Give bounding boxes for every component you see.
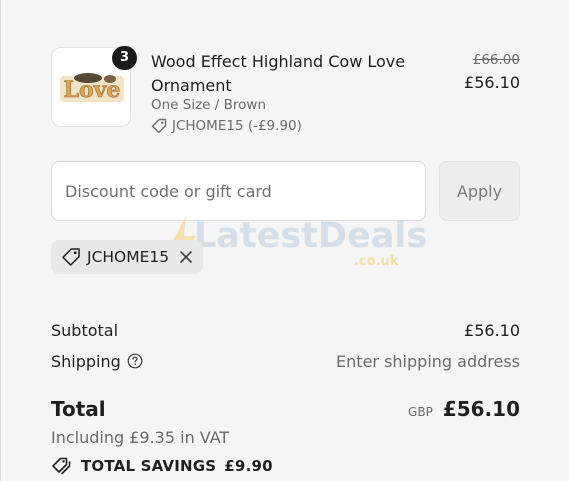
shipping-value: Enter shipping address [336,351,520,371]
savings-label: TOTAL SAVINGS [81,457,217,475]
applied-code-label: JCHOME15 [87,248,170,266]
total-savings: TOTAL SAVINGS £9.90 [51,456,273,476]
shipping-label: Shipping [51,351,121,371]
applied-code-chip: JCHOME15 [51,240,204,274]
tags-icon [52,457,71,475]
subtotal-label: Subtotal [51,320,119,340]
tag-icon [62,248,80,266]
apply-button[interactable]: Apply [439,161,520,221]
watermark-brand: LatestDeals [194,216,428,256]
tag-icon [151,118,167,134]
total-label: Total [51,397,106,421]
watermark-domain: .co.uk [354,254,399,269]
price-current: £56.10 [464,73,520,92]
panel-divider [0,0,1,481]
product-variant: One Size / Brown [151,97,266,113]
subtotal-row: Subtotal £56.10 [51,319,520,341]
watermark: LatestDeals .co.uk [166,214,427,274]
close-icon [180,251,192,263]
product-discount-label: JCHOME15 (-£9.90) [172,118,302,134]
shipping-row: Shipping Enter shipping address [51,350,520,372]
product-title: Wood Effect Highland Cow Love Ornament [151,52,406,95]
subtotal-value: £56.10 [464,320,520,340]
currency-code: GBP [408,405,433,419]
total-row: Total GBP £56.10 [51,396,520,422]
remove-code-button[interactable] [179,250,193,264]
shipping-label-group: Shipping [51,352,143,371]
price-original: £66.00 [472,52,520,68]
product-discount: JCHOME15 (-£9.90) [151,118,302,134]
question-circle-icon[interactable] [127,353,143,369]
love-ornament-image: Love [60,73,124,103]
total-value: £56.10 [442,397,520,421]
quantity-badge: 3 [112,46,137,70]
vat-note: Including £9.35 in VAT [51,428,230,447]
total-amount-group: GBP £56.10 [408,397,520,421]
savings-value: £9.90 [224,457,273,475]
cart-line-item: Love 3 Wood Effect Highland Cow Love Orn… [51,46,520,137]
discount-code-input[interactable] [51,161,426,221]
